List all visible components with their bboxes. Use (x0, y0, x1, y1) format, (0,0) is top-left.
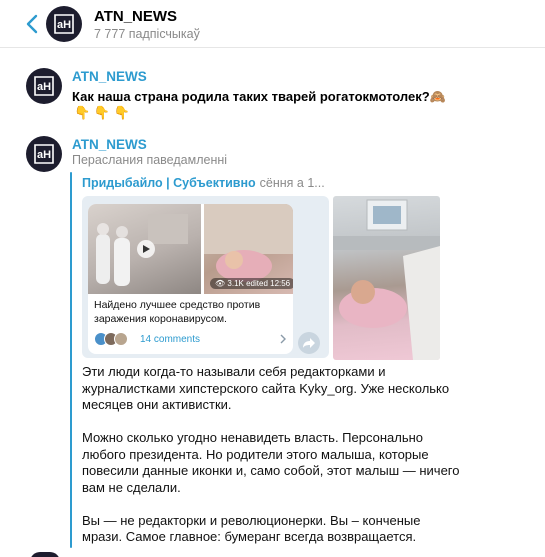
message-author[interactable]: ATN_NEWS (72, 137, 147, 152)
post-preview: 👁 3.1K edited 12:56 Найдено лучшее средс… (88, 204, 293, 354)
quote-bar (70, 172, 72, 548)
forwarded-message-text: Эти люди когда-то называли себя редактор… (82, 364, 462, 557)
svg-text:aH: aH (37, 81, 51, 93)
svg-text:aH: aH (37, 149, 51, 161)
play-icon[interactable] (137, 240, 155, 258)
source-time: сёння а 1... (259, 176, 325, 190)
chevron-right-icon (280, 334, 286, 344)
svg-text:aH: aH (57, 19, 71, 31)
chat-header: aH ATN_NEWS 7 777 падпісчыкаў (0, 0, 545, 48)
message-author[interactable]: ATN_NEWS (72, 69, 147, 84)
eye-icon: 👁 (215, 279, 226, 288)
forwarded-label: Пераслания паведамленні (72, 153, 228, 167)
edited-label: edited 12:56 (246, 279, 291, 288)
channel-logo-icon: aH (26, 68, 62, 104)
paragraph: Вы — не редакторки и революционерки. Вы … (82, 512, 421, 545)
comment-count: 14 comments (140, 333, 201, 345)
message-avatar[interactable]: aH (26, 68, 62, 104)
channel-title[interactable]: ATN_NEWS (94, 8, 177, 25)
views-badge: 👁 3.1K edited 12:56 (210, 278, 293, 289)
forward-source[interactable]: Придыбайло | Субъективно сёння а 1... (82, 176, 325, 190)
commenter-avatars (94, 332, 128, 346)
view-count: 3.1K (227, 279, 244, 288)
message-avatar[interactable]: aH (26, 136, 62, 172)
subscriber-count: 7 777 падпісчыкаў (94, 27, 200, 41)
paragraph: Можно сколько угодно ненавидеть власть. … (82, 430, 460, 495)
embedded-post-screenshot[interactable]: 👁 3.1K edited 12:56 Найдено лучшее средс… (82, 196, 329, 358)
next-message-avatar[interactable] (30, 552, 60, 557)
paragraph: Эти люди когда-то называли себя редактор… (82, 364, 450, 412)
channel-logo-icon: aH (26, 136, 62, 172)
share-icon[interactable] (298, 332, 320, 354)
comments-link[interactable]: 14 comments (94, 332, 200, 346)
source-name[interactable]: Придыбайло | Субъективно (82, 176, 256, 190)
message-text: Как наша страна родила таких тварей рога… (72, 89, 446, 104)
post-caption: Найдено лучшее средство против заражения… (94, 299, 261, 325)
pointing-down-emojis: 👇 👇 👇 (74, 105, 130, 120)
hospital-baby-photo[interactable] (333, 196, 440, 360)
back-chevron-icon[interactable] (20, 12, 44, 36)
channel-logo-icon: aH (46, 6, 82, 42)
post-photo-doctors (88, 204, 201, 294)
channel-avatar[interactable]: aH (46, 6, 82, 42)
